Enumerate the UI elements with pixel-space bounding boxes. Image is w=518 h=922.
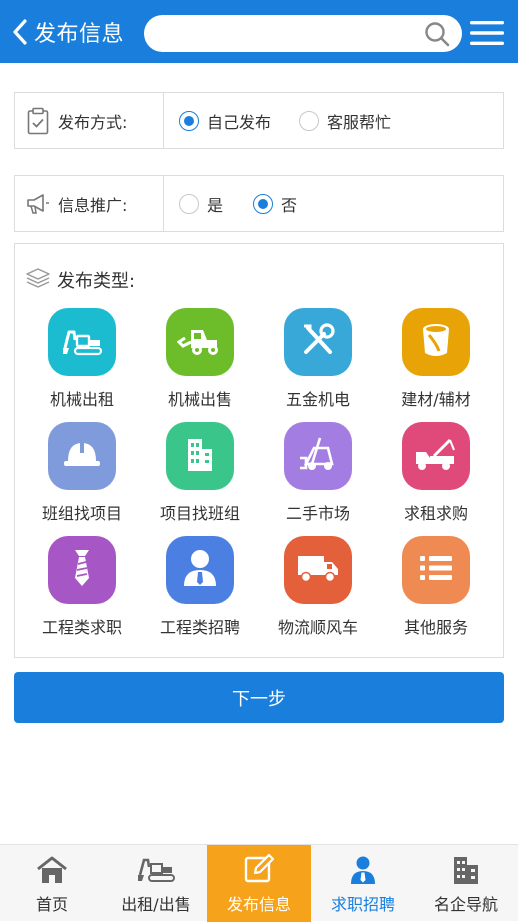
type-tile: [166, 308, 234, 376]
nav-publish[interactable]: 发布信息: [207, 845, 311, 922]
megaphone-icon: [26, 190, 50, 218]
type-tile: [402, 422, 470, 490]
nav-label: 求职招聘: [330, 895, 395, 914]
radio-label: 自己发布: [207, 112, 272, 132]
type-machine-sale[interactable]: 机械出售: [141, 308, 259, 418]
publish-method-label: 发布方式:: [15, 93, 164, 148]
type-tile: [48, 422, 116, 490]
nav-label: 出租/出售: [121, 895, 191, 914]
nav-home[interactable]: 首页: [0, 845, 104, 922]
next-step-button[interactable]: 下一步: [14, 672, 504, 723]
type-project-find-team[interactable]: 项目找班组: [141, 422, 259, 532]
type-label: 五金机电: [285, 390, 350, 409]
nav-label: 首页: [35, 895, 68, 914]
radio-circle: [299, 110, 320, 131]
header-bar: 发布信息: [0, 0, 518, 63]
type-materials[interactable]: 建材/辅材: [377, 308, 495, 418]
back-button[interactable]: 发布信息: [12, 14, 124, 50]
search-box[interactable]: [144, 15, 462, 54]
excavator-icon: [61, 322, 103, 362]
crane-truck-icon: [414, 436, 458, 476]
building-icon: [414, 845, 518, 885]
type-tile: [166, 422, 234, 490]
type-tile: [166, 536, 234, 604]
publish-type-heading: 发布类型:: [25, 266, 135, 294]
type-tile: [284, 308, 352, 376]
type-label: 项目找班组: [159, 504, 240, 523]
person-icon: [311, 845, 415, 885]
building-icon: [184, 435, 216, 477]
publish-method-text: 发布方式:: [58, 112, 128, 132]
bottom-nav: 首页 出租/出售 发布信息 求职招聘 名企导航: [0, 844, 518, 922]
radio-label: 是: [207, 195, 224, 215]
promotion-label: 信息推广:: [15, 176, 164, 231]
type-team-find-project[interactable]: 班组找项目: [23, 422, 141, 532]
nav-label: 名企导航: [433, 895, 498, 914]
publish-method-row: 发布方式: 自己发布 客服帮忙: [14, 92, 504, 149]
publish-type-title: 发布类型:: [57, 271, 136, 292]
hamburger-menu-icon[interactable]: [470, 20, 504, 46]
person-icon: [182, 548, 218, 592]
edit-icon: [207, 845, 311, 885]
type-hardware[interactable]: 五金机电: [259, 308, 377, 418]
type-logistics[interactable]: 物流顺风车: [259, 536, 377, 646]
radio-circle: [253, 193, 274, 214]
type-tile: [284, 422, 352, 490]
type-second-hand[interactable]: 二手市场: [259, 422, 377, 532]
type-label: 建材/辅材: [401, 390, 471, 409]
radio-circle: [179, 193, 199, 214]
search-icon[interactable]: [424, 21, 450, 51]
radio-customer-service[interactable]: 客服帮忙: [299, 109, 391, 133]
type-machine-rent[interactable]: 机械出租: [23, 308, 141, 418]
type-engineering-job-seek[interactable]: 工程类求职: [23, 536, 141, 646]
radio-circle: [179, 110, 199, 131]
radio-self-publish[interactable]: 自己发布: [179, 109, 271, 133]
type-tile: [48, 536, 116, 604]
publish-method-options: 自己发布 客服帮忙: [179, 93, 419, 148]
hard-hat-icon: [62, 439, 102, 473]
radio-label: 客服帮忙: [327, 112, 392, 132]
radio-label: 否: [281, 195, 298, 215]
truck-icon: [296, 553, 340, 587]
type-label: 机械出租: [49, 390, 114, 409]
type-tile: [284, 536, 352, 604]
nav-rent-sale[interactable]: 出租/出售: [104, 845, 208, 922]
publish-type-panel: 发布类型: 机械出租 机械出售 五金机电 建材/辅材 班组找项目 项目找班组 二…: [14, 243, 504, 658]
clipboard-icon: [26, 107, 50, 135]
forklift-icon: [298, 436, 338, 476]
chevron-left-icon: [12, 19, 28, 45]
tie-icon: [69, 548, 95, 592]
type-tile: [48, 308, 116, 376]
type-label: 工程类求职: [41, 618, 122, 637]
type-other-services[interactable]: 其他服务: [377, 536, 495, 646]
type-label: 工程类招聘: [159, 618, 240, 637]
type-label: 二手市场: [285, 504, 350, 523]
search-input[interactable]: [158, 15, 422, 54]
home-icon: [0, 845, 104, 885]
type-label: 物流顺风车: [277, 618, 358, 637]
promotion-text: 信息推广:: [58, 195, 128, 215]
type-tile: [402, 308, 470, 376]
loader-icon: [176, 324, 223, 360]
type-rent-buy-request[interactable]: 求租求购: [377, 422, 495, 532]
type-label: 其他服务: [403, 618, 468, 637]
tools-icon: [300, 322, 336, 362]
type-tile: [402, 536, 470, 604]
type-label: 班组找项目: [41, 504, 122, 523]
promotion-row: 信息推广: 是 否: [14, 175, 504, 232]
list-icon: [418, 554, 454, 586]
radio-yes[interactable]: 是: [179, 192, 223, 216]
nav-jobs[interactable]: 求职招聘: [311, 845, 415, 922]
type-engineering-recruit[interactable]: 工程类招聘: [141, 536, 259, 646]
paint-bucket-icon: [419, 321, 453, 363]
nav-companies[interactable]: 名企导航: [414, 845, 518, 922]
promotion-options: 是 否: [179, 176, 325, 231]
layers-icon: [25, 266, 51, 294]
type-label: 求租求购: [403, 504, 468, 523]
excavator-icon: [104, 845, 208, 885]
nav-label: 发布信息: [226, 895, 291, 914]
page-title: 发布信息: [34, 22, 125, 47]
radio-no[interactable]: 否: [253, 192, 297, 216]
type-label: 机械出售: [167, 390, 232, 409]
